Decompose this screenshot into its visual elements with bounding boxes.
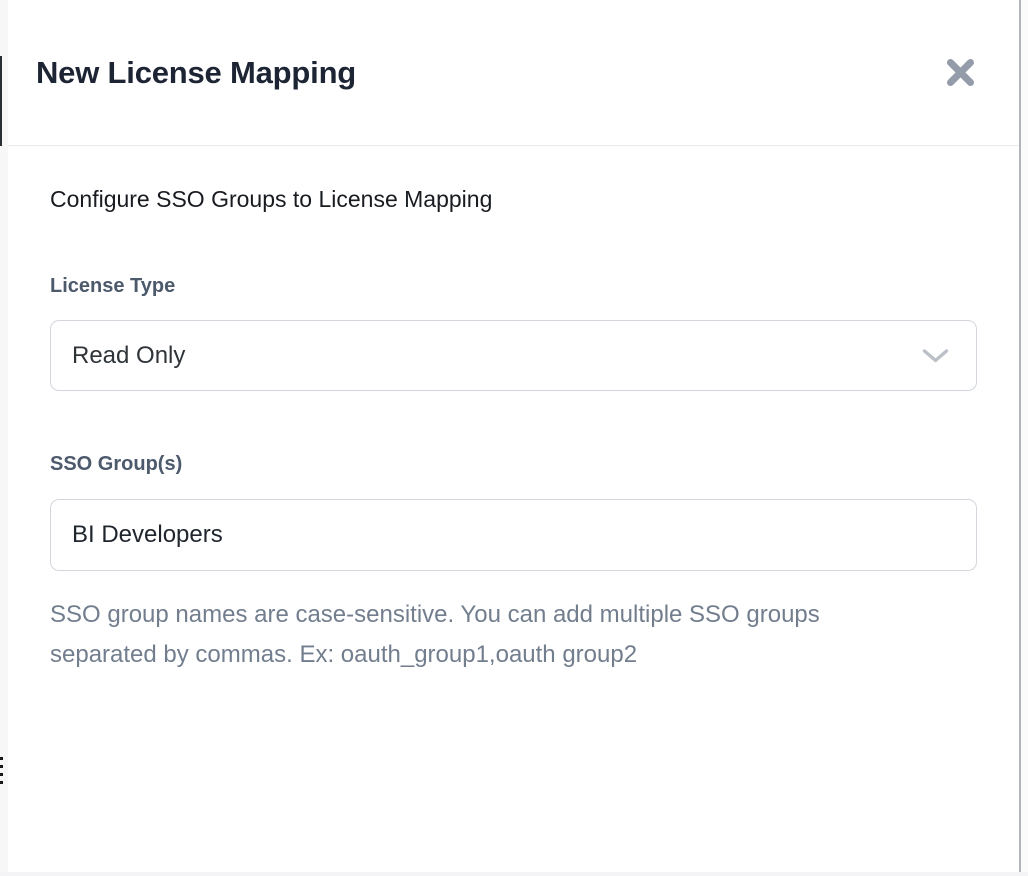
close-icon (944, 56, 977, 89)
license-type-selected-value: Read Only (72, 342, 185, 370)
dialog-header: New License Mapping (8, 0, 1019, 146)
chevron-down-icon (922, 348, 949, 363)
helper-line-1: SSO group names are case-sensitive. You … (50, 595, 973, 635)
license-type-label: License Type (50, 275, 973, 298)
helper-line-2: separated by commas. Ex: oauth_group1,oa… (50, 635, 973, 675)
sso-groups-helper-text: SSO group names are case-sensitive. You … (50, 595, 973, 675)
background-page-edge (0, 56, 2, 146)
partial-list-icon (0, 757, 4, 789)
close-button[interactable] (940, 52, 981, 93)
sso-groups-input[interactable] (50, 499, 977, 571)
dialog-body: Configure SSO Groups to License Mapping … (8, 146, 1019, 675)
sso-groups-label: SSO Group(s) (50, 453, 973, 476)
dialog-subtitle: Configure SSO Groups to License Mapping (50, 186, 973, 213)
background-page-bottom-strip (0, 872, 1028, 876)
license-type-select[interactable]: Read Only (50, 320, 977, 391)
new-license-mapping-dialog: New License Mapping Configure SSO Groups… (8, 0, 1021, 872)
dialog-title: New License Mapping (36, 55, 356, 91)
